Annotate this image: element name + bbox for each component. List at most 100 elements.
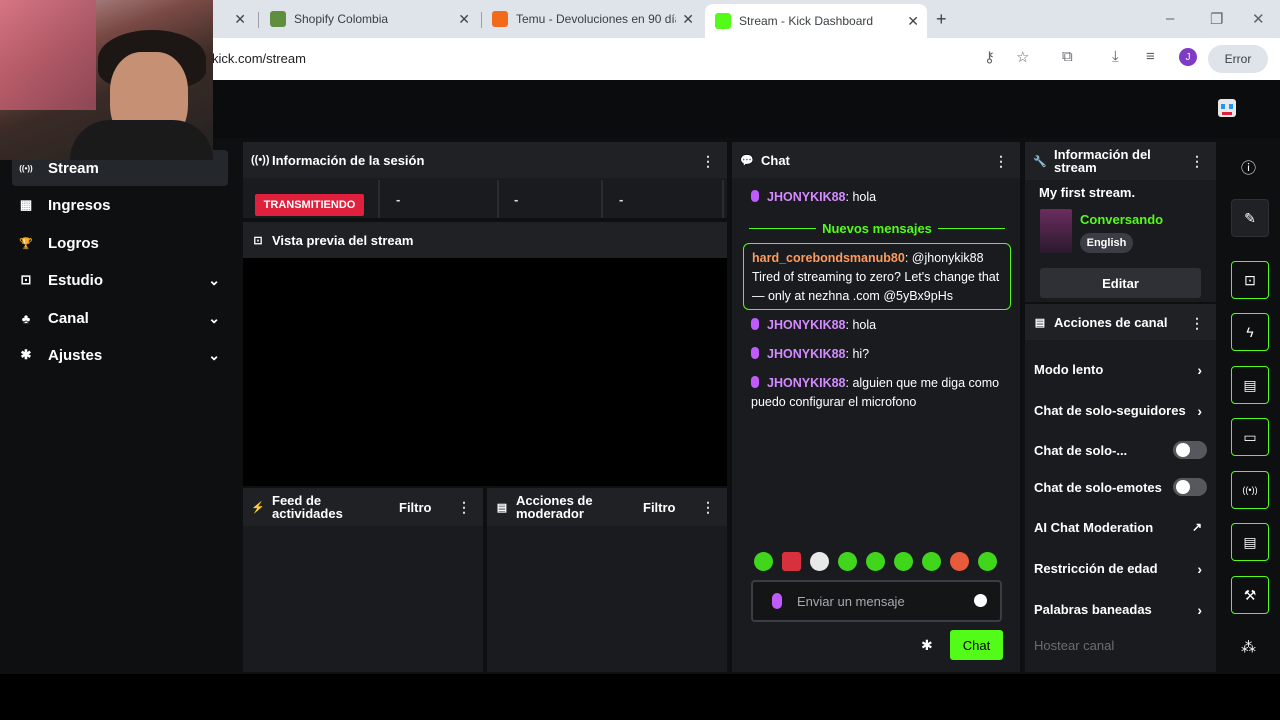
sidebar-item-ajustes[interactable]: ✱ Ajustes ⌄ [12, 337, 228, 373]
more-options-icon[interactable]: ⋮ [701, 499, 715, 516]
emote-icon[interactable] [978, 552, 997, 571]
rail-stream-info-button[interactable]: ⚒ [1231, 576, 1269, 614]
new-tab-button[interactable]: + [936, 9, 947, 30]
url-field[interactable]: kick.com/stream [212, 51, 306, 66]
wrench-icon: ⚒ [1243, 586, 1257, 603]
edit-stream-button[interactable]: Editar [1040, 268, 1201, 298]
chat-username[interactable]: hard_corebondsmanub80 [752, 251, 905, 265]
panel-title: Vista previa del stream [272, 232, 414, 248]
emote-icon[interactable] [838, 552, 857, 571]
session-stat: - [396, 191, 401, 207]
info-icon[interactable]: ⓘ [1241, 157, 1256, 178]
channel-actions-icon: ▤ [1034, 316, 1046, 329]
channel-action-age-restriction[interactable]: Restricción de edad › [1034, 561, 1210, 576]
channel-action-banned-words[interactable]: Palabras baneadas › [1034, 602, 1210, 617]
channel-action-ai-moderation[interactable]: AI Chat Moderation ↗ [1034, 520, 1210, 535]
close-tab-icon[interactable]: ✕ [907, 13, 919, 30]
sidebar-item-canal[interactable]: ♣ Canal ⌄ [12, 300, 228, 336]
action-label: Chat de solo-... [1034, 443, 1128, 458]
chevron-down-icon: ⌄ [208, 346, 220, 363]
stream-preview-video[interactable] [243, 258, 727, 486]
stat-divider [497, 180, 499, 218]
more-options-icon[interactable]: ⋮ [701, 153, 715, 170]
session-stat: - [619, 191, 624, 207]
bookmark-star-icon[interactable]: ☆ [1016, 48, 1029, 66]
rail-preview-button[interactable]: ⊡ [1231, 261, 1269, 299]
session-stat: - [514, 191, 519, 207]
close-tab-icon[interactable]: ✕ [234, 11, 246, 28]
sidebar-item-estudio[interactable]: ⊡ Estudio ⌄ [12, 262, 228, 298]
microphone-badge-icon [751, 318, 759, 330]
tab-shopify[interactable]: Shopify Colombia ✕ [260, 6, 478, 32]
tab-title: Shopify Colombia [294, 12, 389, 26]
channel-action-slow-mode[interactable]: Modo lento › [1034, 362, 1210, 377]
rail-session-button[interactable]: ((•)) [1231, 471, 1269, 509]
webcam-shirt [70, 120, 213, 160]
kick-mascot-icon[interactable] [1217, 98, 1237, 118]
chat-username[interactable]: JHONYKIK88 [767, 347, 846, 361]
preview-icon: ⊡ [1244, 271, 1256, 288]
action-label: Chat de solo-seguidores [1034, 403, 1186, 418]
bottom-bar [0, 674, 1280, 720]
subs-only-toggle[interactable] [1173, 441, 1207, 459]
profile-avatar[interactable]: J [1179, 48, 1197, 66]
send-chat-button[interactable]: Chat [950, 630, 1003, 660]
microphone-icon [772, 593, 782, 609]
error-button[interactable]: Error [1208, 45, 1268, 73]
emote-icon[interactable] [894, 552, 913, 571]
channel-action-followers-only[interactable]: Chat de solo-seguidores › [1034, 403, 1210, 421]
chat-message: JHONYKIK88: hola [751, 188, 1011, 207]
action-label: Modo lento [1034, 362, 1104, 377]
chat-username[interactable]: JHONYKIK88 [767, 376, 846, 390]
minimize-button[interactable]: – [1166, 10, 1174, 27]
more-options-icon[interactable]: ⋮ [994, 153, 1008, 170]
close-tab-icon[interactable]: ✕ [458, 11, 470, 28]
close-tab-icon[interactable]: ✕ [682, 11, 694, 28]
close-window-button[interactable]: ✕ [1252, 10, 1265, 28]
filter-button[interactable]: Filtro [399, 500, 432, 515]
media-control-icon[interactable]: ≡ [1146, 48, 1155, 65]
chat-username[interactable]: JHONYKIK88 [767, 190, 846, 204]
emote-icon[interactable] [950, 552, 969, 571]
extensions-icon[interactable]: ⧉ [1062, 48, 1073, 65]
rail-chat-button[interactable]: ▭ [1231, 418, 1269, 456]
maximize-button[interactable]: ❐ [1210, 10, 1223, 28]
rail-activity-button[interactable]: ϟ [1231, 313, 1269, 351]
tab-title: Temu - Devoluciones en 90 día [516, 12, 676, 26]
chat-settings-gear-icon[interactable]: ✱ [921, 637, 933, 654]
emote-icon[interactable] [810, 552, 829, 571]
tab-kick-dashboard[interactable]: Stream - Kick Dashboard ✕ [705, 4, 927, 38]
tab-temu[interactable]: Temu - Devoluciones en 90 día ✕ [482, 6, 702, 32]
rail-mod-actions-button[interactable]: ▤ [1231, 366, 1269, 404]
more-options-icon[interactable]: ⋮ [1190, 153, 1204, 170]
rail-channel-actions-button[interactable]: ▤ [1231, 523, 1269, 561]
edit-layout-button[interactable]: ✎ [1231, 199, 1269, 237]
microphone-badge-icon [751, 376, 759, 388]
chat-input-box[interactable] [751, 580, 1002, 622]
external-link-icon: ↗ [1191, 520, 1202, 534]
download-icon[interactable]: ⤓ [1112, 48, 1119, 65]
pencil-icon: ✎ [1244, 209, 1256, 226]
more-widgets-icon[interactable]: ⁂ [1241, 638, 1256, 656]
channel-action-host[interactable]: Hostear canal [1034, 638, 1210, 653]
wrench-icon: 🔧 [1033, 155, 1047, 168]
clipboard-icon: ▤ [496, 501, 508, 514]
more-options-icon[interactable]: ⋮ [1190, 315, 1204, 332]
password-key-icon[interactable]: ⚷ [984, 48, 995, 66]
panel-header: ⚡ Feed de actividades Filtro ⋮ [243, 488, 483, 526]
chat-message-input[interactable] [797, 590, 967, 612]
emote-icon[interactable] [922, 552, 941, 571]
more-options-icon[interactable]: ⋮ [457, 499, 471, 516]
emoji-picker-icon[interactable] [974, 594, 987, 607]
sidebar-item-ingresos[interactable]: ▦ Ingresos [12, 187, 228, 223]
emotes-only-toggle[interactable] [1173, 478, 1207, 496]
chat-username[interactable]: JHONYKIK88 [767, 318, 846, 332]
emote-icon[interactable] [754, 552, 773, 571]
panel-title: Chat [761, 152, 790, 168]
filter-button[interactable]: Filtro [643, 500, 676, 515]
emote-icon[interactable] [782, 552, 801, 571]
stream-category[interactable]: Conversando [1080, 212, 1163, 227]
emote-icon[interactable] [866, 552, 885, 571]
sidebar-item-logros[interactable]: 🏆 Logros [12, 225, 228, 261]
chat-text: hi? [852, 347, 870, 361]
